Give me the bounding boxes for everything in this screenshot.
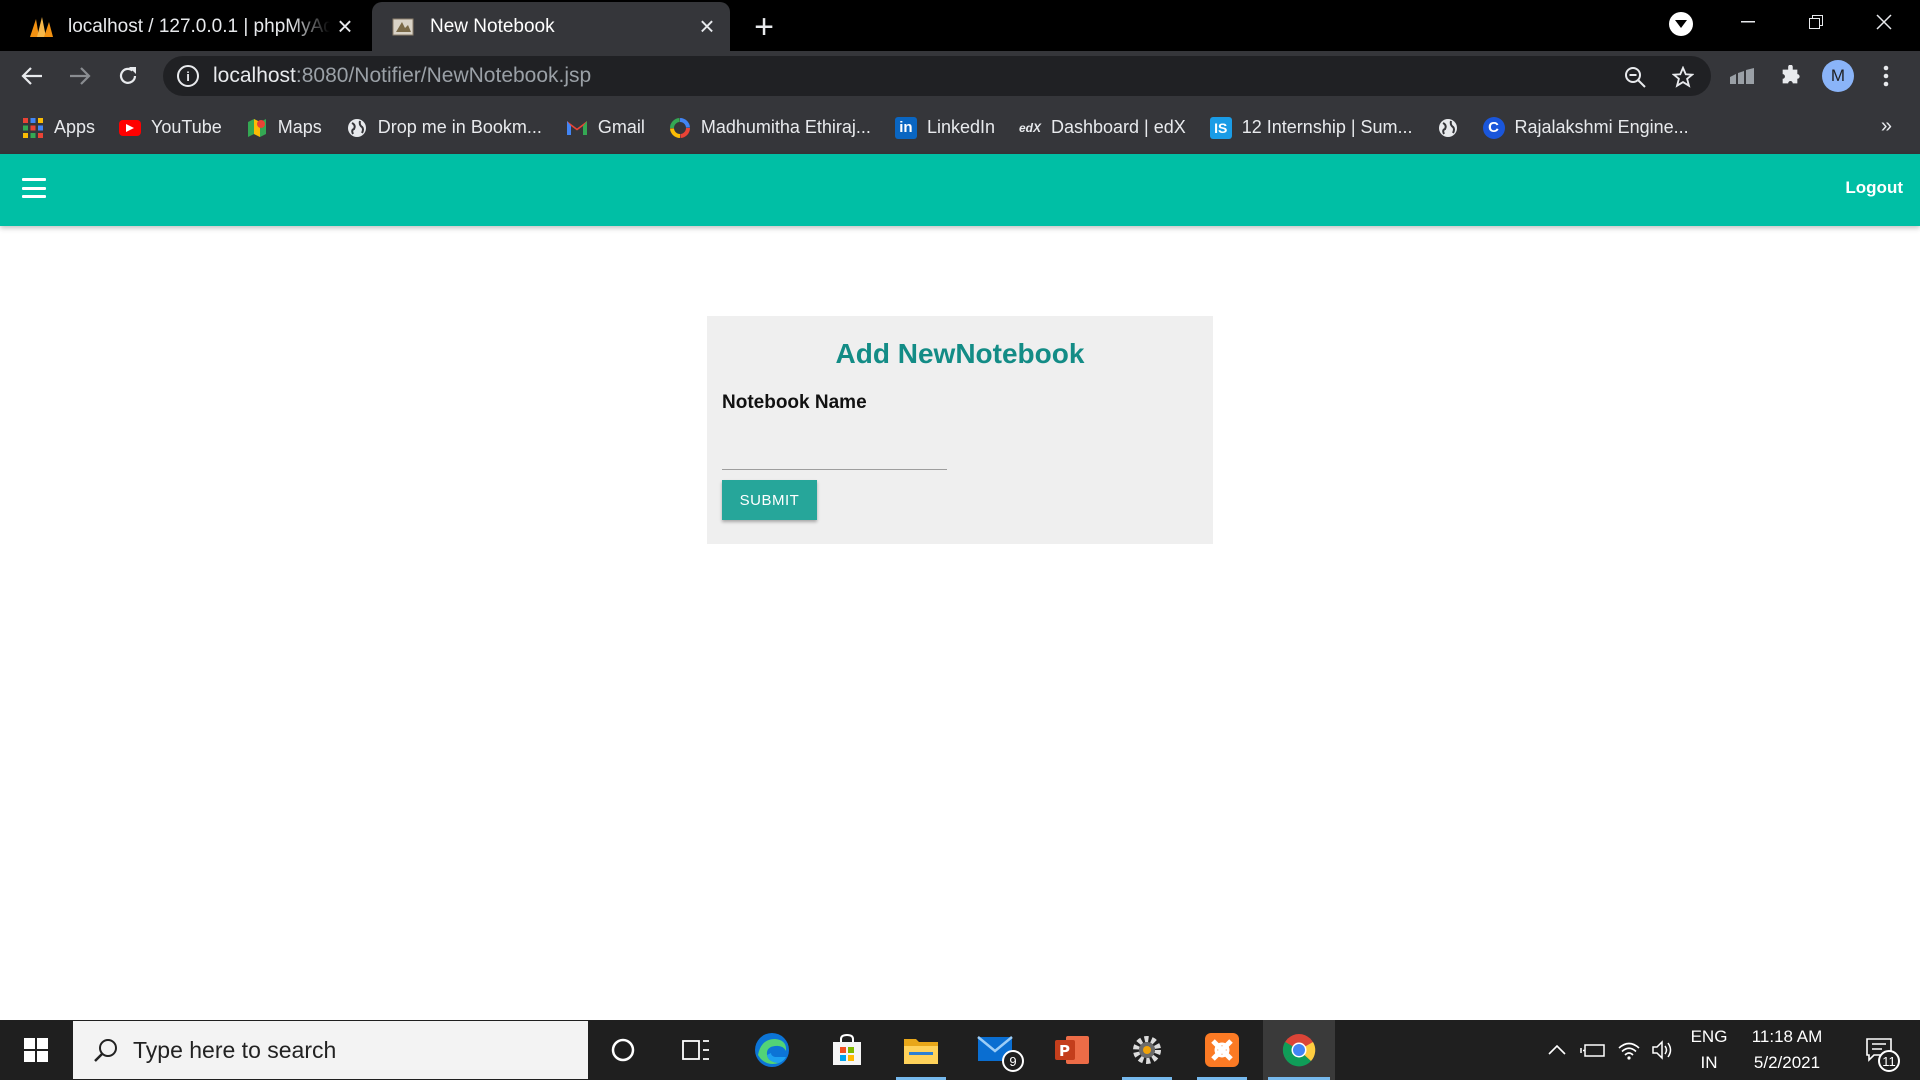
bookmark-internship[interactable]: IS 12 Internship | Sum... <box>1209 116 1413 139</box>
action-center-icon[interactable]: 11 <box>1856 1020 1902 1080</box>
settings-gear-icon[interactable] <box>1112 1020 1182 1080</box>
search-icon <box>91 1035 121 1065</box>
svg-text:P: P <box>1059 1042 1070 1060</box>
bookmark-apps[interactable]: Apps <box>22 117 95 139</box>
c-icon: C <box>1482 116 1505 139</box>
maps-icon <box>246 117 268 139</box>
show-hidden-icons-chevron-icon[interactable] <box>1543 1020 1571 1080</box>
notifications-badge: 11 <box>1878 1050 1900 1072</box>
hamburger-menu-icon[interactable] <box>22 178 46 198</box>
new-tab-icon[interactable]: + <box>745 8 783 46</box>
bookmark-drop-me[interactable]: Drop me in Bookm... <box>346 117 542 139</box>
xampp-icon[interactable] <box>1187 1020 1257 1080</box>
clock[interactable]: 11:18 AM 5/2/2021 <box>1740 1020 1834 1080</box>
notebook-name-input[interactable] <box>722 432 947 470</box>
profile-avatar[interactable]: M <box>1820 58 1856 94</box>
tab-title: localhost / 127.0.0.1 | phpMyAdmin <box>68 15 330 37</box>
is-icon: IS <box>1209 116 1232 139</box>
restore-icon[interactable] <box>1784 0 1848 44</box>
tab-phpmyadmin[interactable]: localhost / 127.0.0.1 | phpMyAdmin × <box>0 2 368 51</box>
powerpoint-icon[interactable]: P <box>1037 1020 1107 1080</box>
cortana-icon[interactable] <box>588 1020 658 1080</box>
close-icon[interactable]: × <box>692 11 722 42</box>
globe-icon <box>1437 117 1459 139</box>
search-placeholder: Type here to search <box>133 1036 337 1063</box>
close-window-icon[interactable] <box>1852 0 1916 44</box>
logout-link[interactable]: Logout <box>1845 178 1903 198</box>
submit-button[interactable]: SUBMIT <box>722 480 817 520</box>
site-info-icon[interactable]: i <box>177 65 199 87</box>
microsoft-store-icon[interactable] <box>812 1020 882 1080</box>
address-bar[interactable]: i localhost:8080/Notifier/NewNotebook.js… <box>163 56 1711 96</box>
phpmyadmin-icon <box>28 14 54 40</box>
mail-icon[interactable]: 9 <box>962 1020 1032 1080</box>
form-title: Add NewNotebook <box>835 338 1085 369</box>
taskbar-search-box[interactable]: Type here to search <box>73 1021 588 1079</box>
app-header: Logout <box>0 154 1920 226</box>
edge-icon[interactable] <box>737 1020 807 1080</box>
extension-chart-icon[interactable] <box>1724 58 1760 94</box>
windows-start-icon[interactable] <box>0 1020 72 1080</box>
language-indicator[interactable]: ENG IN <box>1686 1020 1732 1080</box>
reload-icon[interactable] <box>110 58 146 94</box>
mail-badge: 9 <box>1002 1050 1024 1072</box>
bookmark-maps[interactable]: Maps <box>246 117 322 139</box>
bookmark-linkedin[interactable]: in LinkedIn <box>894 116 995 139</box>
tab-new-notebook[interactable]: New Notebook × <box>372 2 730 51</box>
bookmark-gmail[interactable]: Gmail <box>566 117 645 139</box>
ring-icon <box>669 117 691 139</box>
zoom-icon[interactable] <box>1620 62 1650 92</box>
minimize-icon[interactable] <box>1716 0 1780 44</box>
close-icon[interactable]: × <box>330 11 360 42</box>
task-view-icon[interactable] <box>661 1020 731 1080</box>
extensions-puzzle-icon[interactable] <box>1772 58 1808 94</box>
windows-taskbar: Type here to search 9 P ENG IN 11:18 AM … <box>0 1020 1920 1080</box>
volume-icon[interactable] <box>1648 1020 1678 1080</box>
youtube-icon <box>119 119 142 136</box>
edx-icon: edX <box>1019 120 1042 135</box>
tab-search-icon[interactable] <box>1669 12 1693 36</box>
apps-grid-icon <box>22 117 44 139</box>
bookmarks-overflow-chevron-icon[interactable]: » <box>1881 115 1892 138</box>
back-arrow-icon[interactable] <box>14 58 50 94</box>
bookmark-edx[interactable]: edX Dashboard | edX <box>1019 117 1186 139</box>
bookmark-globe[interactable] <box>1437 117 1459 139</box>
new-notebook-form-card: Add NewNotebook Notebook Name SUBMIT <box>707 316 1213 544</box>
battery-icon[interactable] <box>1577 1020 1609 1080</box>
gmail-icon <box>566 117 588 139</box>
bookmarks-bar: Apps YouTube Maps Drop me in Bookm... Gm… <box>0 101 1920 154</box>
bookmark-rajalakshmi[interactable]: C Rajalakshmi Engine... <box>1482 116 1689 139</box>
notebook-favicon-icon <box>390 14 416 40</box>
url-text: localhost:8080/Notifier/NewNotebook.jsp <box>213 64 592 87</box>
notebook-name-label: Notebook Name <box>722 392 867 413</box>
bookmark-madhumitha[interactable]: Madhumitha Ethiraj... <box>669 117 871 139</box>
forward-arrow-icon[interactable] <box>62 58 98 94</box>
wifi-icon[interactable] <box>1614 1020 1644 1080</box>
bookmark-star-icon[interactable] <box>1668 62 1698 92</box>
globe-icon <box>346 117 368 139</box>
browser-toolbar: i localhost:8080/Notifier/NewNotebook.js… <box>0 51 1920 101</box>
linkedin-icon: in <box>894 116 917 139</box>
tab-title: New Notebook <box>430 15 555 37</box>
clock-time: 11:18 AM <box>1751 1027 1823 1046</box>
clock-date: 5/2/2021 <box>1753 1053 1821 1072</box>
browser-tab-strip: localhost / 127.0.0.1 | phpMyAdmin × New… <box>0 0 1920 51</box>
bookmark-youtube[interactable]: YouTube <box>119 117 222 138</box>
file-explorer-icon[interactable] <box>886 1020 956 1080</box>
menu-kebab-icon[interactable] <box>1868 58 1904 94</box>
chrome-icon[interactable] <box>1263 1020 1335 1080</box>
